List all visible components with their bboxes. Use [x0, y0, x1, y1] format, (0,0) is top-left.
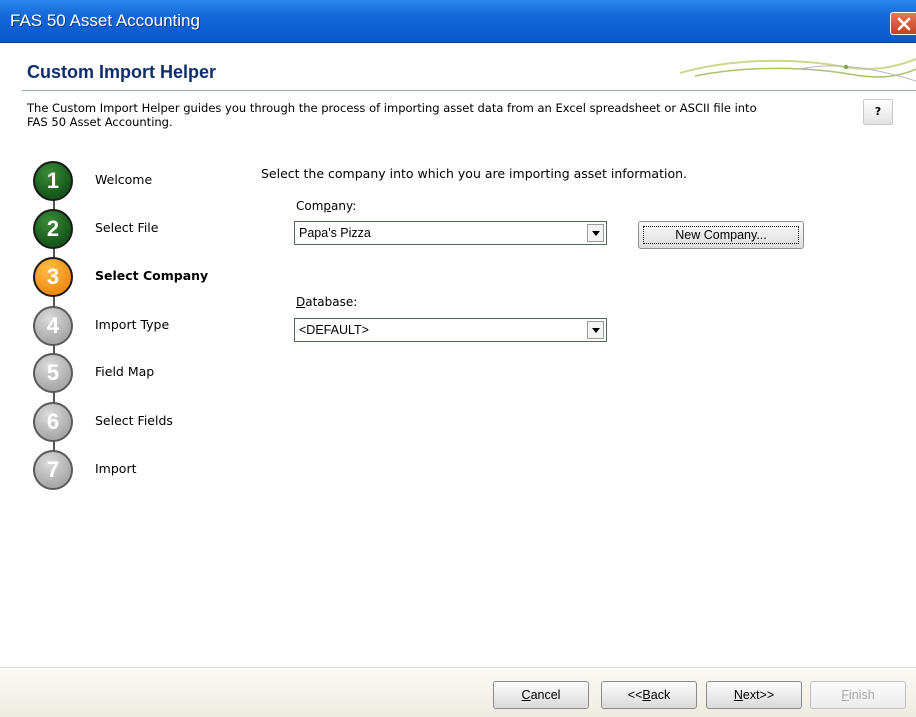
- database-label: Database:: [296, 295, 357, 309]
- step-label: Field Map: [95, 364, 155, 379]
- step-label: Import Type: [95, 317, 170, 332]
- button-label: ancel: [530, 688, 561, 702]
- database-value: <DEFAULT>: [299, 323, 369, 337]
- step-import: 7 Import: [33, 450, 253, 490]
- step-5-icon: 5: [33, 353, 73, 393]
- button-label: <<: [627, 688, 643, 702]
- step-import-type: 4 Import Type: [33, 306, 253, 346]
- finish-button[interactable]: Finish: [810, 681, 906, 709]
- focus-rectangle: New Company...: [643, 226, 799, 244]
- button-label: ack: [650, 688, 671, 702]
- step-label: Select File: [95, 220, 159, 235]
- button-bar: Cancel << Back Next>> Finish: [0, 667, 916, 717]
- next-button[interactable]: Next>>: [706, 681, 802, 709]
- cancel-button[interactable]: Cancel: [493, 681, 589, 709]
- step-4-icon: 4: [33, 306, 73, 346]
- step-2-icon: 2: [33, 209, 73, 249]
- step-select-company: 3 Select Company: [33, 257, 253, 297]
- back-button[interactable]: << Back: [601, 681, 697, 709]
- step-label-current: Select Company: [95, 268, 209, 283]
- company-label: Company:: [296, 199, 356, 213]
- label-part: any:: [331, 199, 357, 213]
- step-welcome: 1 Welcome: [33, 161, 253, 201]
- label-part: Com: [296, 199, 324, 213]
- header-divider: [22, 90, 916, 91]
- step-1-icon: 1: [33, 161, 73, 201]
- step-7-icon: 7: [33, 450, 73, 490]
- step-label: Welcome: [95, 172, 153, 187]
- button-label: inish: [848, 688, 875, 702]
- access-key: C: [521, 688, 531, 702]
- step-3-icon: 3: [33, 257, 73, 297]
- close-icon: [897, 17, 911, 31]
- access-key: N: [733, 688, 743, 702]
- wizard-steps: 1 Welcome 2 Select File 3 Select Company…: [26, 146, 246, 506]
- database-dropdown-arrow[interactable]: [587, 321, 604, 339]
- step-select-fields: 6 Select Fields: [33, 402, 253, 442]
- instruction-text: Select the company into which you are im…: [261, 166, 687, 181]
- chevron-down-icon: [592, 231, 600, 236]
- intro-text: The Custom Import Helper guides you thro…: [27, 101, 857, 129]
- intro-line-1: The Custom Import Helper guides you thro…: [27, 101, 757, 115]
- step-field-map: 5 Field Map: [33, 353, 253, 393]
- new-company-label: New Company...: [675, 228, 767, 242]
- step-6-icon: 6: [33, 402, 73, 442]
- page-title: Custom Import Helper: [27, 62, 217, 82]
- access-key: B: [642, 688, 651, 702]
- title-bar: FAS 50 Asset Accounting: [0, 0, 916, 43]
- wizard-window: Custom Import Helper The Custom Import H…: [0, 43, 916, 717]
- label-part: atabase:: [305, 295, 358, 309]
- company-dropdown-arrow[interactable]: [587, 224, 604, 242]
- intro-line-2: FAS 50 Asset Accounting.: [27, 115, 173, 129]
- chevron-down-icon: [592, 328, 600, 333]
- company-value: Papa's Pizza: [299, 226, 371, 240]
- access-key: D: [296, 295, 306, 309]
- access-key: p: [323, 199, 332, 213]
- button-label: ext>>: [742, 688, 775, 702]
- close-button[interactable]: [890, 12, 916, 35]
- step-label: Import: [95, 461, 137, 476]
- new-company-button[interactable]: New Company...: [638, 221, 804, 249]
- step-label: Select Fields: [95, 413, 173, 428]
- help-button[interactable]: ?: [863, 99, 893, 125]
- window-title: FAS 50 Asset Accounting: [10, 11, 200, 30]
- database-dropdown[interactable]: <DEFAULT>: [294, 318, 607, 342]
- access-key: F: [841, 688, 849, 702]
- company-dropdown[interactable]: Papa's Pizza: [294, 221, 607, 245]
- step-select-file: 2 Select File: [33, 209, 253, 249]
- decorative-swoosh: [679, 58, 916, 82]
